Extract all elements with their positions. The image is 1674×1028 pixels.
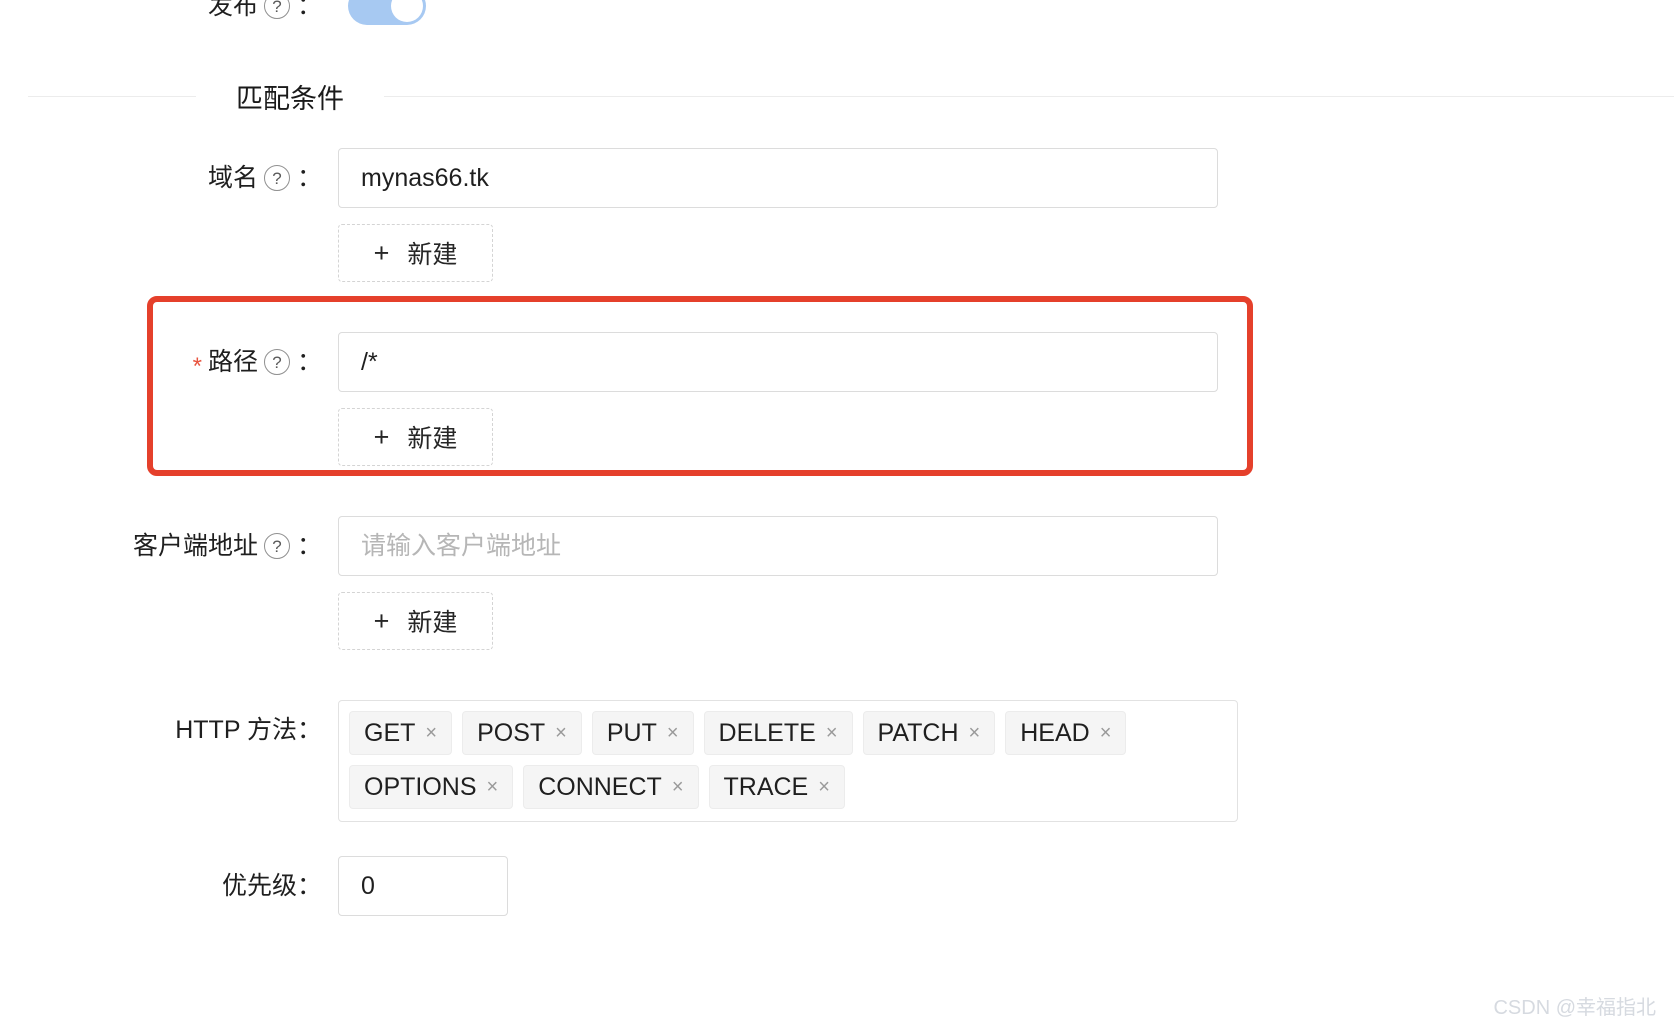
plus-icon: +: [373, 237, 390, 268]
domain-input[interactable]: mynas66.tk: [338, 148, 1218, 208]
http-method-tag[interactable]: GET ×: [349, 711, 453, 755]
question-circle-icon[interactable]: ?: [263, 0, 290, 19]
remove-tag-icon[interactable]: ×: [969, 723, 981, 743]
domain-field-column: mynas66.tk + 新建: [338, 148, 1218, 282]
priority-field-column: 0: [338, 856, 508, 916]
remove-tag-icon[interactable]: ×: [826, 723, 838, 743]
remove-tag-icon[interactable]: ×: [672, 777, 684, 797]
publish-label-group: 发布 ? ：: [0, 0, 338, 36]
http-method-tag-label: POST: [477, 718, 546, 747]
path-add-new-label: 新建: [407, 425, 458, 453]
priority-label: 优先级：: [221, 872, 322, 900]
toggle-knob: [391, 0, 423, 22]
client-address-label: 客户端地址: [132, 532, 258, 560]
publish-label: 发布: [207, 0, 258, 20]
domain-label-group: 域名 ? ：: [0, 148, 338, 208]
client-address-label-group: 客户端地址 ? ：: [0, 516, 338, 576]
remove-tag-icon[interactable]: ×: [667, 723, 679, 743]
http-method-tag[interactable]: OPTIONS ×: [349, 765, 514, 809]
match-conditions-section-header: 匹配条件: [0, 76, 1674, 116]
required-asterisk: *: [192, 353, 202, 380]
remove-tag-icon[interactable]: ×: [1100, 723, 1112, 743]
form-page: 发布 ? ： 匹配条件 域名 ? ： mynas66.tk + 新建 * 路径 …: [0, 0, 1674, 1028]
http-method-tag-label: TRACE: [723, 772, 809, 801]
http-method-tag[interactable]: DELETE ×: [703, 711, 853, 755]
question-circle-icon[interactable]: ?: [263, 165, 290, 191]
path-colon: ：: [296, 348, 322, 376]
remove-tag-icon[interactable]: ×: [555, 723, 567, 743]
path-input[interactable]: /*: [338, 332, 1218, 392]
http-methods-tag-container[interactable]: GET × POST × PUT × DELETE × PATCH × HEAD × OPTIONS × C…: [338, 700, 1238, 822]
client-address-colon: ：: [296, 532, 322, 560]
http-method-tag-label: GET: [364, 718, 416, 747]
http-method-tag-label: PUT: [606, 718, 657, 747]
path-add-new-button[interactable]: + 新建: [338, 408, 493, 466]
remove-tag-icon[interactable]: ×: [425, 723, 437, 743]
publish-toggle[interactable]: [348, 0, 426, 25]
http-method-tag[interactable]: PUT ×: [591, 711, 694, 755]
http-method-tag-label: PATCH: [877, 718, 959, 747]
http-method-tag[interactable]: PATCH ×: [862, 711, 996, 755]
path-field-row: * 路径 ? ： /* + 新建: [0, 332, 1218, 466]
http-method-tag-label: OPTIONS: [364, 772, 477, 801]
question-circle-icon[interactable]: ?: [263, 349, 290, 375]
domain-field-row: 域名 ? ： mynas66.tk + 新建: [0, 148, 1218, 282]
watermark: CSDN @幸福指北: [1493, 997, 1656, 1019]
remove-tag-icon[interactable]: ×: [818, 777, 830, 797]
http-method-tag[interactable]: TRACE ×: [708, 765, 845, 809]
domain-label: 域名: [207, 164, 258, 192]
client-address-add-new-label: 新建: [407, 609, 458, 637]
http-method-tag-label: CONNECT: [538, 772, 662, 801]
client-address-field-column: 请输入客户端地址 + 新建: [338, 516, 1218, 650]
priority-input[interactable]: 0: [338, 856, 508, 916]
plus-icon: +: [373, 421, 390, 452]
domain-colon: ：: [296, 164, 322, 192]
path-field-column: /* + 新建: [338, 332, 1218, 466]
plus-icon: +: [373, 605, 390, 636]
divider-right: [384, 95, 1674, 97]
domain-add-new-label: 新建: [407, 241, 458, 269]
http-method-tag-label: DELETE: [718, 718, 816, 747]
priority-field-row: 优先级： 0: [0, 856, 508, 916]
http-methods-field-row: HTTP 方法： GET × POST × PUT × DELETE × PATCH × HEAD ×…: [0, 700, 1238, 822]
http-method-tag-label: HEAD: [1020, 718, 1090, 747]
remove-tag-icon[interactable]: ×: [487, 777, 499, 797]
http-method-tag[interactable]: POST ×: [462, 711, 582, 755]
section-title: 匹配条件: [236, 83, 344, 114]
question-circle-icon[interactable]: ?: [263, 533, 290, 559]
domain-add-new-button[interactable]: + 新建: [338, 224, 493, 282]
client-address-input[interactable]: 请输入客户端地址: [338, 516, 1218, 576]
client-address-field-row: 客户端地址 ? ： 请输入客户端地址 + 新建: [0, 516, 1218, 650]
publish-colon: ：: [296, 0, 322, 20]
http-method-tag[interactable]: CONNECT ×: [523, 765, 699, 809]
client-address-add-new-button[interactable]: + 新建: [338, 592, 493, 650]
path-label: 路径: [207, 348, 258, 376]
divider-left: [28, 95, 196, 97]
http-methods-label: HTTP 方法：: [175, 716, 322, 744]
http-method-tag[interactable]: HEAD ×: [1005, 711, 1127, 755]
publish-row: 发布 ? ：: [0, 0, 1300, 26]
path-label-group: * 路径 ? ：: [0, 332, 338, 392]
